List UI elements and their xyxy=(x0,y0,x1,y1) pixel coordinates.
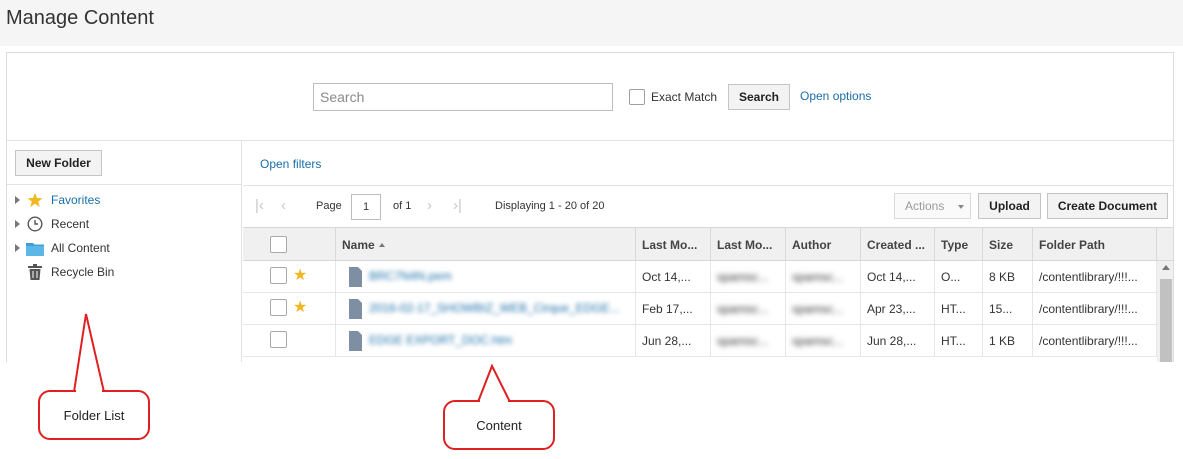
callout-pointers xyxy=(72,313,512,403)
content-callout-pointer xyxy=(476,363,512,403)
folder-list-callout: Folder List xyxy=(38,390,150,440)
content-callout: Content xyxy=(443,400,555,450)
content-callout-label: Content xyxy=(476,417,522,433)
folder-list-callout-pointer xyxy=(72,313,106,393)
folder-list-callout-label: Folder List xyxy=(63,407,125,423)
